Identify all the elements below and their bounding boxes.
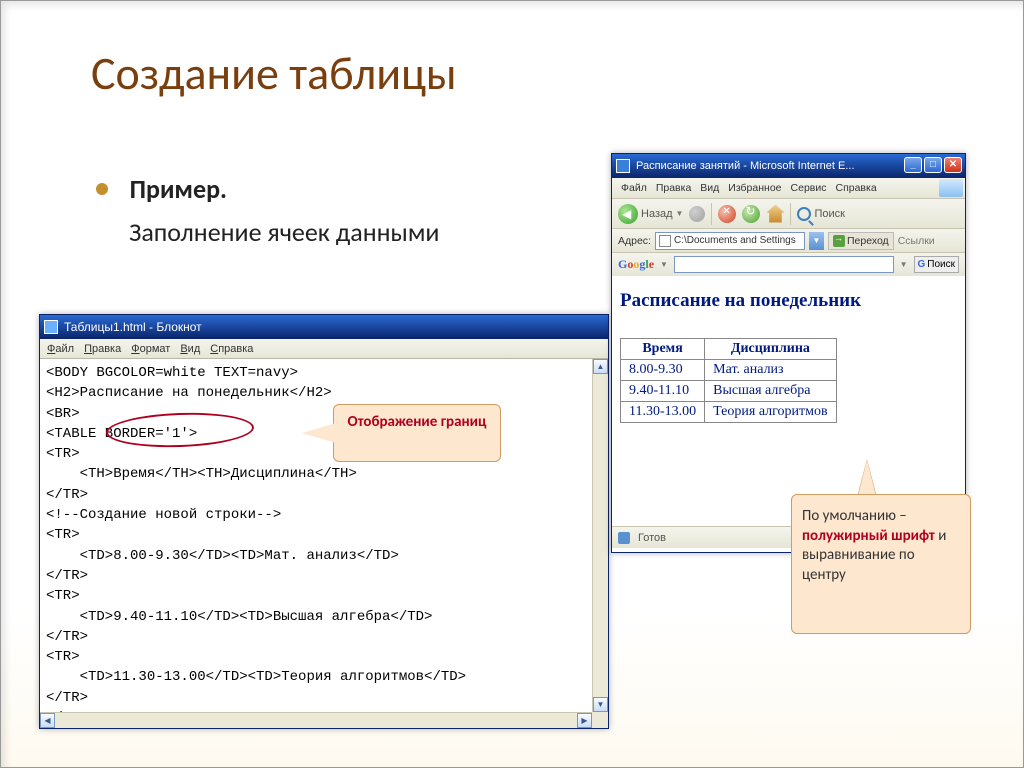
- scroll-right-icon[interactable]: ▶: [577, 713, 592, 728]
- chevron-down-icon: ▼: [676, 209, 684, 218]
- notepad-titlebar[interactable]: Таблицы1.html - Блокнот: [40, 315, 608, 339]
- scroll-down-icon[interactable]: ▼: [593, 697, 608, 712]
- google-toolbar: Google ▼ ▼ G Поиск: [612, 252, 965, 276]
- cell-subject: Мат. анализ: [705, 360, 836, 381]
- forward-button[interactable]: [689, 206, 705, 222]
- page-heading: Расписание на понедельник: [620, 290, 957, 312]
- table-row: 11.30-13.00 Теория алгоритмов: [621, 402, 837, 423]
- cell-time: 8.00-9.30: [621, 360, 705, 381]
- menu-view[interactable]: Вид: [180, 343, 200, 355]
- example-label: Пример.: [130, 173, 227, 205]
- scrollbar-corner: [592, 712, 608, 728]
- menu-help[interactable]: Справка: [210, 343, 253, 355]
- example-bullet: Пример.: [96, 173, 227, 205]
- search-button[interactable]: Поиск: [797, 207, 844, 221]
- ie-toolbar: Назад ▼ Поиск: [612, 198, 965, 228]
- callout-th-bold: полужирный шрифт: [802, 527, 935, 545]
- menu-edit[interactable]: Правка: [84, 343, 121, 355]
- status-ready: Готов: [638, 532, 666, 544]
- scrollbar-horizontal[interactable]: ◀ ▶: [40, 712, 592, 728]
- address-label: Адрес:: [618, 235, 651, 247]
- example-subtitle: Заполнение ячеек данными: [129, 216, 439, 248]
- stop-button[interactable]: [718, 205, 736, 223]
- menu-format[interactable]: Формат: [131, 343, 170, 355]
- back-icon: [618, 204, 638, 224]
- ie-menu-favorites[interactable]: Избранное: [728, 182, 781, 194]
- ie-window: Расписание занятий - Microsoft Internet …: [611, 153, 966, 553]
- scroll-up-icon[interactable]: ▲: [593, 359, 608, 374]
- scroll-left-icon[interactable]: ◀: [40, 713, 55, 728]
- menu-file[interactable]: Файл: [47, 343, 74, 355]
- callout-th: По умолчанию – полужирный шрифт и выравн…: [791, 494, 971, 634]
- th-subject: Дисциплина: [705, 339, 836, 360]
- ie-menu-tools[interactable]: Сервис: [791, 182, 827, 194]
- notepad-menubar: Файл Правка Формат Вид Справка: [40, 339, 608, 359]
- minimize-button[interactable]: _: [904, 157, 922, 173]
- notepad-icon: [44, 320, 58, 334]
- ie-icon: [616, 159, 630, 173]
- separator: [711, 203, 712, 225]
- ie-titlebar[interactable]: Расписание занятий - Microsoft Internet …: [612, 154, 965, 178]
- th-time: Время: [621, 339, 705, 360]
- go-label: Переход: [847, 235, 889, 247]
- back-button[interactable]: Назад ▼: [618, 204, 683, 224]
- windows-logo-icon: [939, 179, 963, 197]
- table-row: 8.00-9.30 Мат. анализ: [621, 360, 837, 381]
- ie-menu-view[interactable]: Вид: [700, 182, 719, 194]
- cell-subject: Теория алгоритмов: [705, 402, 836, 423]
- google-search-button[interactable]: G Поиск: [914, 256, 960, 273]
- search-icon: [797, 207, 811, 221]
- go-button[interactable]: Переход: [828, 232, 894, 250]
- ie-title: Расписание занятий - Microsoft Internet …: [636, 160, 855, 172]
- cell-time: 9.40-11.10: [621, 381, 705, 402]
- schedule-table: Время Дисциплина 8.00-9.30 Мат. анализ 9…: [620, 338, 837, 423]
- cell-subject: Высшая алгебра: [705, 381, 836, 402]
- table-row: 9.40-11.10 Высшая алгебра: [621, 381, 837, 402]
- notepad-title: Таблицы1.html - Блокнот: [64, 320, 202, 334]
- status-icon: [618, 532, 630, 544]
- cell-time: 11.30-13.00: [621, 402, 705, 423]
- separator: [790, 203, 791, 225]
- notepad-window: Таблицы1.html - Блокнот Файл Правка Форм…: [39, 314, 609, 729]
- google-search-input[interactable]: [674, 256, 894, 273]
- home-button[interactable]: [766, 205, 784, 223]
- links-label[interactable]: Ссылки: [898, 235, 935, 247]
- back-label: Назад: [641, 208, 673, 220]
- go-icon: [833, 235, 845, 247]
- notepad-textarea[interactable]: <BODY BGCOLOR=white TEXT=navy> <H2>Распи…: [40, 359, 608, 712]
- google-search-label: Поиск: [927, 259, 955, 270]
- ie-menu-help[interactable]: Справка: [835, 182, 876, 194]
- callout-th-line1: По умолчанию –: [802, 507, 907, 525]
- callout-border-text: Отображение границ: [348, 413, 487, 431]
- ie-address-bar: Адрес: C:\Documents and Settings ▼ Перех…: [612, 228, 965, 252]
- slide-title: Создание таблицы: [91, 46, 457, 102]
- address-value: C:\Documents and Settings: [674, 235, 796, 246]
- address-input[interactable]: C:\Documents and Settings: [655, 232, 805, 250]
- close-button[interactable]: ✕: [944, 157, 962, 173]
- table-header-row: Время Дисциплина: [621, 339, 837, 360]
- bullet-icon: [96, 183, 108, 195]
- address-dropdown-icon[interactable]: ▼: [809, 232, 824, 250]
- ie-page-content: Расписание на понедельник Время Дисципли…: [612, 276, 965, 526]
- maximize-button[interactable]: □: [924, 157, 942, 173]
- google-logo[interactable]: Google: [618, 257, 654, 272]
- callout-border: Отображение границ: [333, 404, 501, 462]
- ie-menubar: Файл Правка Вид Избранное Сервис Справка: [612, 178, 965, 198]
- refresh-button[interactable]: [742, 205, 760, 223]
- search-label: Поиск: [814, 208, 844, 220]
- ie-menu-file[interactable]: Файл: [621, 182, 647, 194]
- scrollbar-vertical[interactable]: ▲ ▼: [592, 359, 608, 712]
- ie-menu-edit[interactable]: Правка: [656, 182, 691, 194]
- page-icon: [659, 235, 671, 247]
- slide: Создание таблицы Пример. Заполнение ячее…: [0, 0, 1024, 768]
